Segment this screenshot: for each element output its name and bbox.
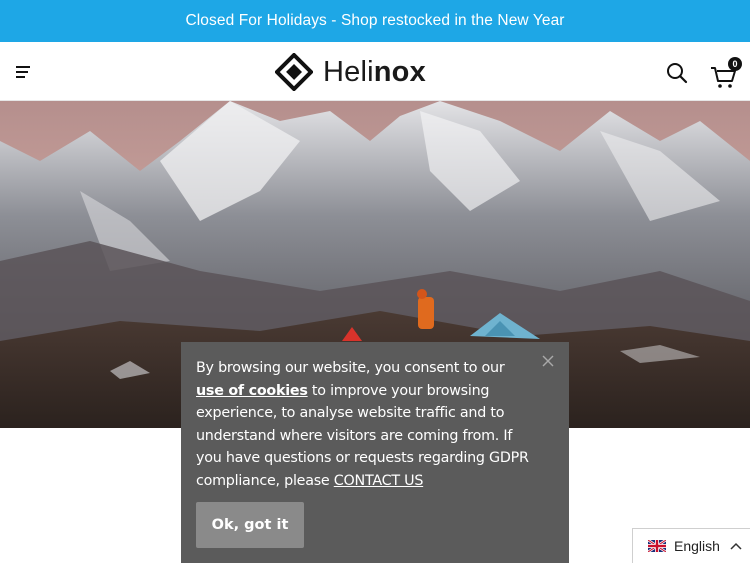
ok-got-it-button[interactable]: Ok, got it [196,502,304,548]
logo-text-light: Heli [323,56,374,88]
cookie-text-before: By browsing our website, you consent to … [196,360,505,376]
uk-flag-icon [648,540,666,552]
logo-text-bold: nox [373,56,426,88]
cart-count-badge: 0 [728,57,742,71]
search-button[interactable] [666,62,688,84]
cookie-close-button[interactable] [541,354,555,368]
announcement-bar: Closed For Holidays - Shop restocked in … [0,0,750,42]
contact-us-link[interactable]: CONTACT US [334,473,424,489]
site-header: Helinox 0 [0,42,750,101]
language-label: English [674,538,720,554]
use-of-cookies-link[interactable]: use of cookies [196,383,308,399]
cookie-message: By browsing our website, you consent to … [196,357,536,493]
hamburger-icon [16,66,30,78]
close-icon [542,355,554,367]
site-logo[interactable]: Helinox [275,53,426,91]
announcement-text: Closed For Holidays - Shop restocked in … [185,12,565,29]
logo-text: Helinox [323,53,426,91]
chevron-up-icon [730,542,742,550]
cookie-consent-banner: By browsing our website, you consent to … [181,342,569,563]
search-icon [667,63,688,84]
menu-button[interactable] [14,63,34,81]
logo-mark-icon [275,53,313,91]
language-selector[interactable]: English [632,528,750,563]
cart-button[interactable]: 0 [709,57,743,88]
